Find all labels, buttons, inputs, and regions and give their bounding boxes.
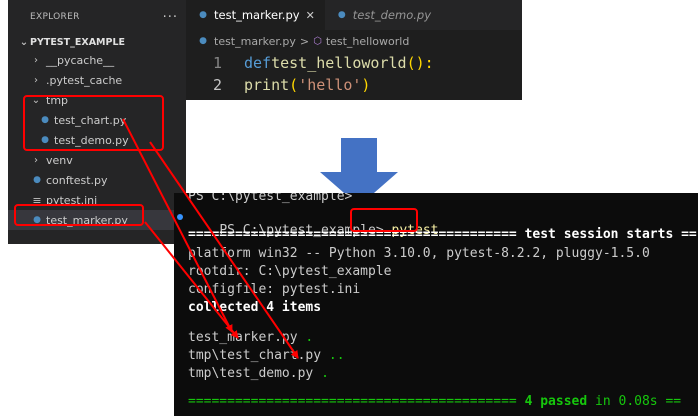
editor-tab-bar: ● test_marker.py ✕ ● test_demo.py (186, 0, 522, 30)
separator: ========================================… (188, 394, 517, 409)
tree-item-pycache[interactable]: › __pycache__ (8, 50, 186, 70)
close-icon[interactable]: ✕ (306, 9, 315, 22)
collected-line: collected 4 items (188, 300, 322, 315)
highlight-box-tmp-files (23, 95, 164, 151)
tab-test-demo[interactable]: ● test_demo.py (325, 0, 441, 30)
result-dots: . (305, 330, 314, 345)
keyword: def (244, 54, 272, 72)
highlight-box-test-marker (14, 204, 144, 226)
platform-line: platform win32 -- Python 3.10.0, pytest-… (188, 246, 650, 261)
chevron-right-icon: › (34, 54, 38, 66)
configfile-line: configfile: pytest.ini (188, 282, 361, 297)
tree-item-label: .pytest_cache (46, 73, 123, 87)
separator: == (665, 394, 682, 409)
passed-count: 4 passed (524, 394, 588, 409)
workspace-root-label: PYTEST_EXAMPLE (30, 36, 126, 48)
explorer-header: EXPLORER ··· (8, 0, 186, 34)
tab-test-marker[interactable]: ● test_marker.py ✕ (186, 0, 325, 30)
result-file: test_marker.py (188, 330, 298, 345)
rootdir-line: rootdir: C:\pytest_example (188, 264, 392, 279)
python-file-icon: ● (199, 36, 207, 46)
tree-item-venv[interactable]: › venv (8, 150, 186, 170)
result-line-test-marker: test_marker.py . (188, 330, 313, 345)
tree-item-label: venv (46, 153, 73, 167)
result-line-test-chart: tmp\test_chart.py .. (188, 348, 345, 363)
more-actions-icon[interactable]: ··· (163, 10, 178, 25)
line-number: 1 (212, 54, 222, 72)
tree-item-conftest[interactable]: ● conftest.py (8, 170, 186, 190)
punctuation: ) (361, 76, 371, 94)
result-dots: . (321, 366, 329, 381)
breadcrumb-separator: > (299, 34, 310, 48)
duration: in 0.08s (595, 394, 658, 409)
highlight-box-pytest-command (350, 208, 418, 232)
tree-item-label: __pycache__ (46, 53, 115, 67)
line-number: 2 (212, 76, 222, 94)
workspace-root-folder[interactable]: ⌄ PYTEST_EXAMPLE (8, 34, 186, 50)
python-file-icon: ● (337, 10, 346, 20)
session-title: test session starts (524, 227, 674, 242)
tree-item-label: conftest.py (46, 173, 108, 187)
chevron-down-icon: ⌄ (19, 36, 29, 48)
python-file-icon: ● (33, 175, 41, 185)
chevron-right-icon: › (34, 74, 38, 86)
result-file: tmp\test_chart.py (188, 348, 322, 363)
summary-line: ========================================… (188, 394, 681, 409)
chevron-right-icon: › (34, 154, 38, 166)
code-line-1[interactable]: 1 def test_helloworld (): (186, 52, 522, 74)
function-name: test_helloworld (271, 54, 407, 72)
string-literal: 'hello' (298, 76, 362, 94)
breadcrumb-symbol[interactable]: test_helloworld (326, 35, 410, 48)
tree-item-pytest-cache[interactable]: › .pytest_cache (8, 70, 186, 90)
result-file: tmp\test_demo.py (188, 366, 314, 381)
result-dots: .. (328, 348, 345, 363)
punctuation: ( (289, 76, 299, 94)
command-status-dot-icon (177, 214, 183, 220)
explorer-title: EXPLORER (30, 12, 80, 22)
terminal-panel[interactable]: PS C:\pytest_example> PS C:\pytest_examp… (174, 193, 698, 416)
function-call: print (244, 76, 290, 94)
session-start-line: ========================================… (188, 227, 697, 242)
result-line-test-demo: tmp\test_demo.py . (188, 366, 329, 381)
python-file-icon: ● (199, 10, 207, 20)
terminal-line-clipped: PS C:\pytest_example> (188, 193, 353, 204)
separator: == (681, 227, 697, 242)
code-editor: ● test_marker.py ✕ ● test_demo.py ● test… (186, 0, 522, 100)
code-line-2[interactable]: 2 print ( 'hello' ) (186, 74, 522, 96)
tab-label: test_demo.py (352, 8, 432, 22)
punctuation: (): (406, 54, 434, 72)
breadcrumb: ● test_marker.py > ⬡ test_helloworld (186, 30, 522, 52)
breadcrumb-file[interactable]: test_marker.py (214, 35, 296, 48)
function-symbol-icon: ⬡ (313, 35, 322, 47)
tab-label: test_marker.py (214, 8, 300, 22)
